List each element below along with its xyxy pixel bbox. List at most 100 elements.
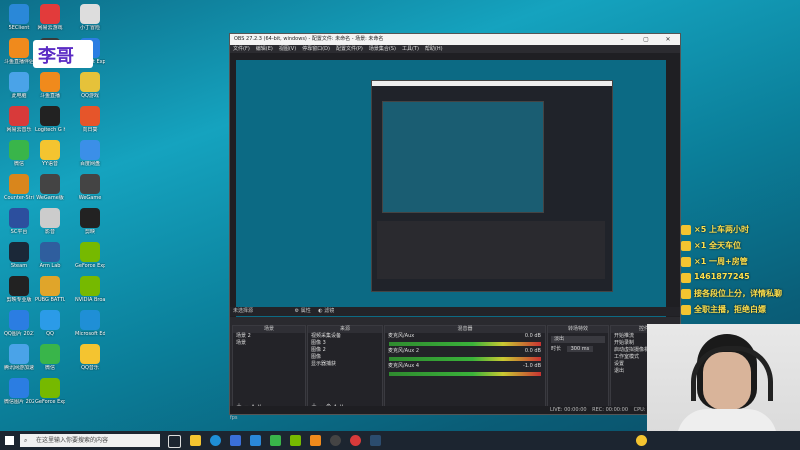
desktop-icon[interactable]: 向日葵 bbox=[75, 106, 105, 133]
desktop-icon[interactable]: 腾讯网游加速器 bbox=[4, 344, 34, 371]
mixer-channel-level: -1.0 dB bbox=[523, 363, 541, 369]
app-taskbar-icon[interactable] bbox=[290, 435, 301, 446]
desktop-icon[interactable]: QQ游戏 bbox=[75, 72, 105, 99]
app-icon bbox=[80, 4, 100, 24]
desktop-icon[interactable]: Logitech G HUB bbox=[35, 106, 65, 133]
duration-field[interactable]: 300 ms bbox=[566, 346, 594, 352]
desktop-icon[interactable]: 斗鱼直播伴侣 bbox=[4, 38, 34, 65]
desktop-icon[interactable]: PUBG BATTLEGR... bbox=[35, 276, 65, 303]
desktop-icon[interactable]: WeGame版 bbox=[35, 174, 65, 201]
desktop-icon[interactable]: WeGame bbox=[75, 174, 105, 201]
desktop-icon[interactable]: Microsoft Edge bbox=[75, 310, 105, 337]
source-item[interactable]: 图像 3 bbox=[308, 340, 382, 347]
desktop-icon[interactable]: 网易云游戏 bbox=[35, 4, 65, 31]
app-icon bbox=[9, 242, 29, 262]
notification-icon[interactable] bbox=[636, 435, 647, 446]
desktop-icon[interactable]: Arm Lab bbox=[35, 242, 65, 269]
menu-item[interactable]: 工具(T) bbox=[402, 46, 419, 52]
sources-header: 来源 bbox=[308, 326, 382, 333]
desktop-icon[interactable]: Steam bbox=[4, 242, 34, 269]
desktop-icon[interactable]: 微信图片 20210602... bbox=[4, 378, 34, 405]
desktop-icon[interactable]: YY语音 bbox=[35, 140, 65, 167]
desktop-icon[interactable]: NVIDIA Broadcast bbox=[75, 276, 105, 303]
menu-item[interactable]: 停靠窗口(D) bbox=[302, 46, 330, 52]
desktop-icon[interactable]: 5EClient bbox=[4, 4, 34, 31]
desktop-icon[interactable]: QQ音乐 bbox=[75, 344, 105, 371]
desktop-icon[interactable]: 网易云音乐 bbox=[4, 106, 34, 133]
transition-select[interactable]: 淡出 bbox=[551, 336, 605, 343]
volume-meter[interactable] bbox=[389, 357, 541, 361]
properties-button[interactable]: 属性 bbox=[301, 308, 311, 314]
source-item[interactable]: 图像 2 bbox=[308, 347, 382, 354]
wechat-taskbar-icon[interactable] bbox=[270, 435, 281, 446]
desktop-icon[interactable]: GeForce Experience bbox=[75, 242, 105, 269]
gear-icon[interactable]: ⚙ bbox=[295, 308, 299, 314]
close-icon[interactable]: ✕ bbox=[658, 34, 678, 45]
desktop-icon-label: 小丁冒险 bbox=[79, 25, 100, 31]
douyu-taskbar-icon[interactable] bbox=[310, 435, 321, 446]
mixer-channel-level: 0.0 dB bbox=[524, 333, 541, 339]
store-icon[interactable] bbox=[230, 435, 241, 446]
scene-item[interactable]: 场景 2 bbox=[233, 333, 305, 340]
desktop-icon-label: 腾讯网游加速器 bbox=[4, 365, 34, 371]
overlay-icon bbox=[681, 273, 691, 283]
app-icon bbox=[40, 140, 60, 160]
windows-taskbar: ⌕ 在这里输入你要搜索的内容 bbox=[0, 431, 800, 450]
app-icon bbox=[9, 4, 29, 24]
app-icon bbox=[9, 378, 29, 398]
search-placeholder: 在这里输入你要搜索的内容 bbox=[36, 437, 109, 444]
volume-meter[interactable] bbox=[389, 342, 541, 346]
desktop-icon[interactable]: 影音 bbox=[35, 208, 65, 235]
desktop-icon[interactable]: QQ bbox=[35, 310, 65, 337]
desktop-icon[interactable]: 此电脑 bbox=[4, 72, 34, 99]
task-view-icon[interactable] bbox=[168, 435, 181, 448]
obs-taskbar-icon[interactable] bbox=[330, 435, 341, 446]
minimize-icon[interactable]: – bbox=[612, 34, 632, 45]
desktop-icon[interactable]: 微信 bbox=[35, 344, 65, 371]
desktop-icon[interactable]: 剪映 bbox=[75, 208, 105, 235]
explorer-icon[interactable] bbox=[190, 435, 201, 446]
menu-item[interactable]: 场景集合(S) bbox=[369, 46, 396, 52]
source-item[interactable]: 视频采集设备 bbox=[308, 333, 382, 340]
volume-meter[interactable] bbox=[389, 372, 541, 376]
desktop-icon-label: Logitech G HUB bbox=[35, 127, 65, 133]
desktop-icon[interactable]: 百度网盘 bbox=[75, 140, 105, 167]
app-icon bbox=[80, 242, 100, 262]
source-item[interactable]: 显示器捕获 bbox=[308, 361, 382, 368]
filters-button[interactable]: 滤镜 bbox=[324, 308, 334, 314]
filter-icon[interactable]: ◐ bbox=[318, 308, 322, 314]
app-icon bbox=[40, 310, 60, 330]
obs-preview-canvas[interactable] bbox=[236, 60, 666, 337]
desktop-icon[interactable]: 斗鱼直播 bbox=[35, 72, 65, 99]
menu-item[interactable]: 配置文件(P) bbox=[336, 46, 363, 52]
overlay-text: ×1 全天车位 bbox=[694, 241, 742, 250]
scene-item[interactable]: 场景 bbox=[233, 340, 305, 347]
app-icon bbox=[80, 344, 100, 364]
watermark-text: 李哥 bbox=[38, 46, 74, 67]
desktop-icon[interactable]: GeForce Experience bbox=[35, 378, 65, 405]
mail-icon[interactable] bbox=[250, 435, 261, 446]
app-icon bbox=[40, 72, 60, 92]
desktop-icon[interactable]: SC平台 bbox=[4, 208, 34, 235]
menu-item[interactable]: 文件(F) bbox=[233, 46, 250, 52]
taskbar-search-input[interactable]: ⌕ 在这里输入你要搜索的内容 bbox=[20, 434, 160, 447]
edge-icon[interactable] bbox=[210, 435, 221, 446]
desktop-icon[interactable]: QQ图片 20216031... bbox=[4, 310, 34, 337]
steam-taskbar-icon[interactable] bbox=[370, 435, 381, 446]
netease-taskbar-icon[interactable] bbox=[350, 435, 361, 446]
desktop-icon-label: QQ图片 20216031... bbox=[4, 331, 34, 337]
nested-obs-window bbox=[371, 80, 613, 292]
desktop-icon[interactable]: Counter-Strike Global Off... bbox=[4, 174, 34, 201]
windows-start-icon[interactable] bbox=[5, 436, 14, 445]
desktop-icon-label: 网易云游戏 bbox=[37, 25, 63, 31]
desktop-icon[interactable]: 剪映专业版 bbox=[4, 276, 34, 303]
desktop-icon[interactable]: 微信 bbox=[4, 140, 34, 167]
nested-preview bbox=[382, 101, 544, 213]
menu-item[interactable]: 编辑(E) bbox=[256, 46, 273, 52]
maximize-icon[interactable]: ▢ bbox=[636, 34, 656, 45]
menu-item[interactable]: 视图(V) bbox=[279, 46, 296, 52]
menu-item[interactable]: 帮助(H) bbox=[425, 46, 443, 52]
desktop-icon[interactable]: 小丁冒险 bbox=[75, 4, 105, 31]
source-item[interactable]: 图像 bbox=[308, 354, 382, 361]
desktop-icon-label: PUBG BATTLEGR... bbox=[35, 297, 65, 303]
